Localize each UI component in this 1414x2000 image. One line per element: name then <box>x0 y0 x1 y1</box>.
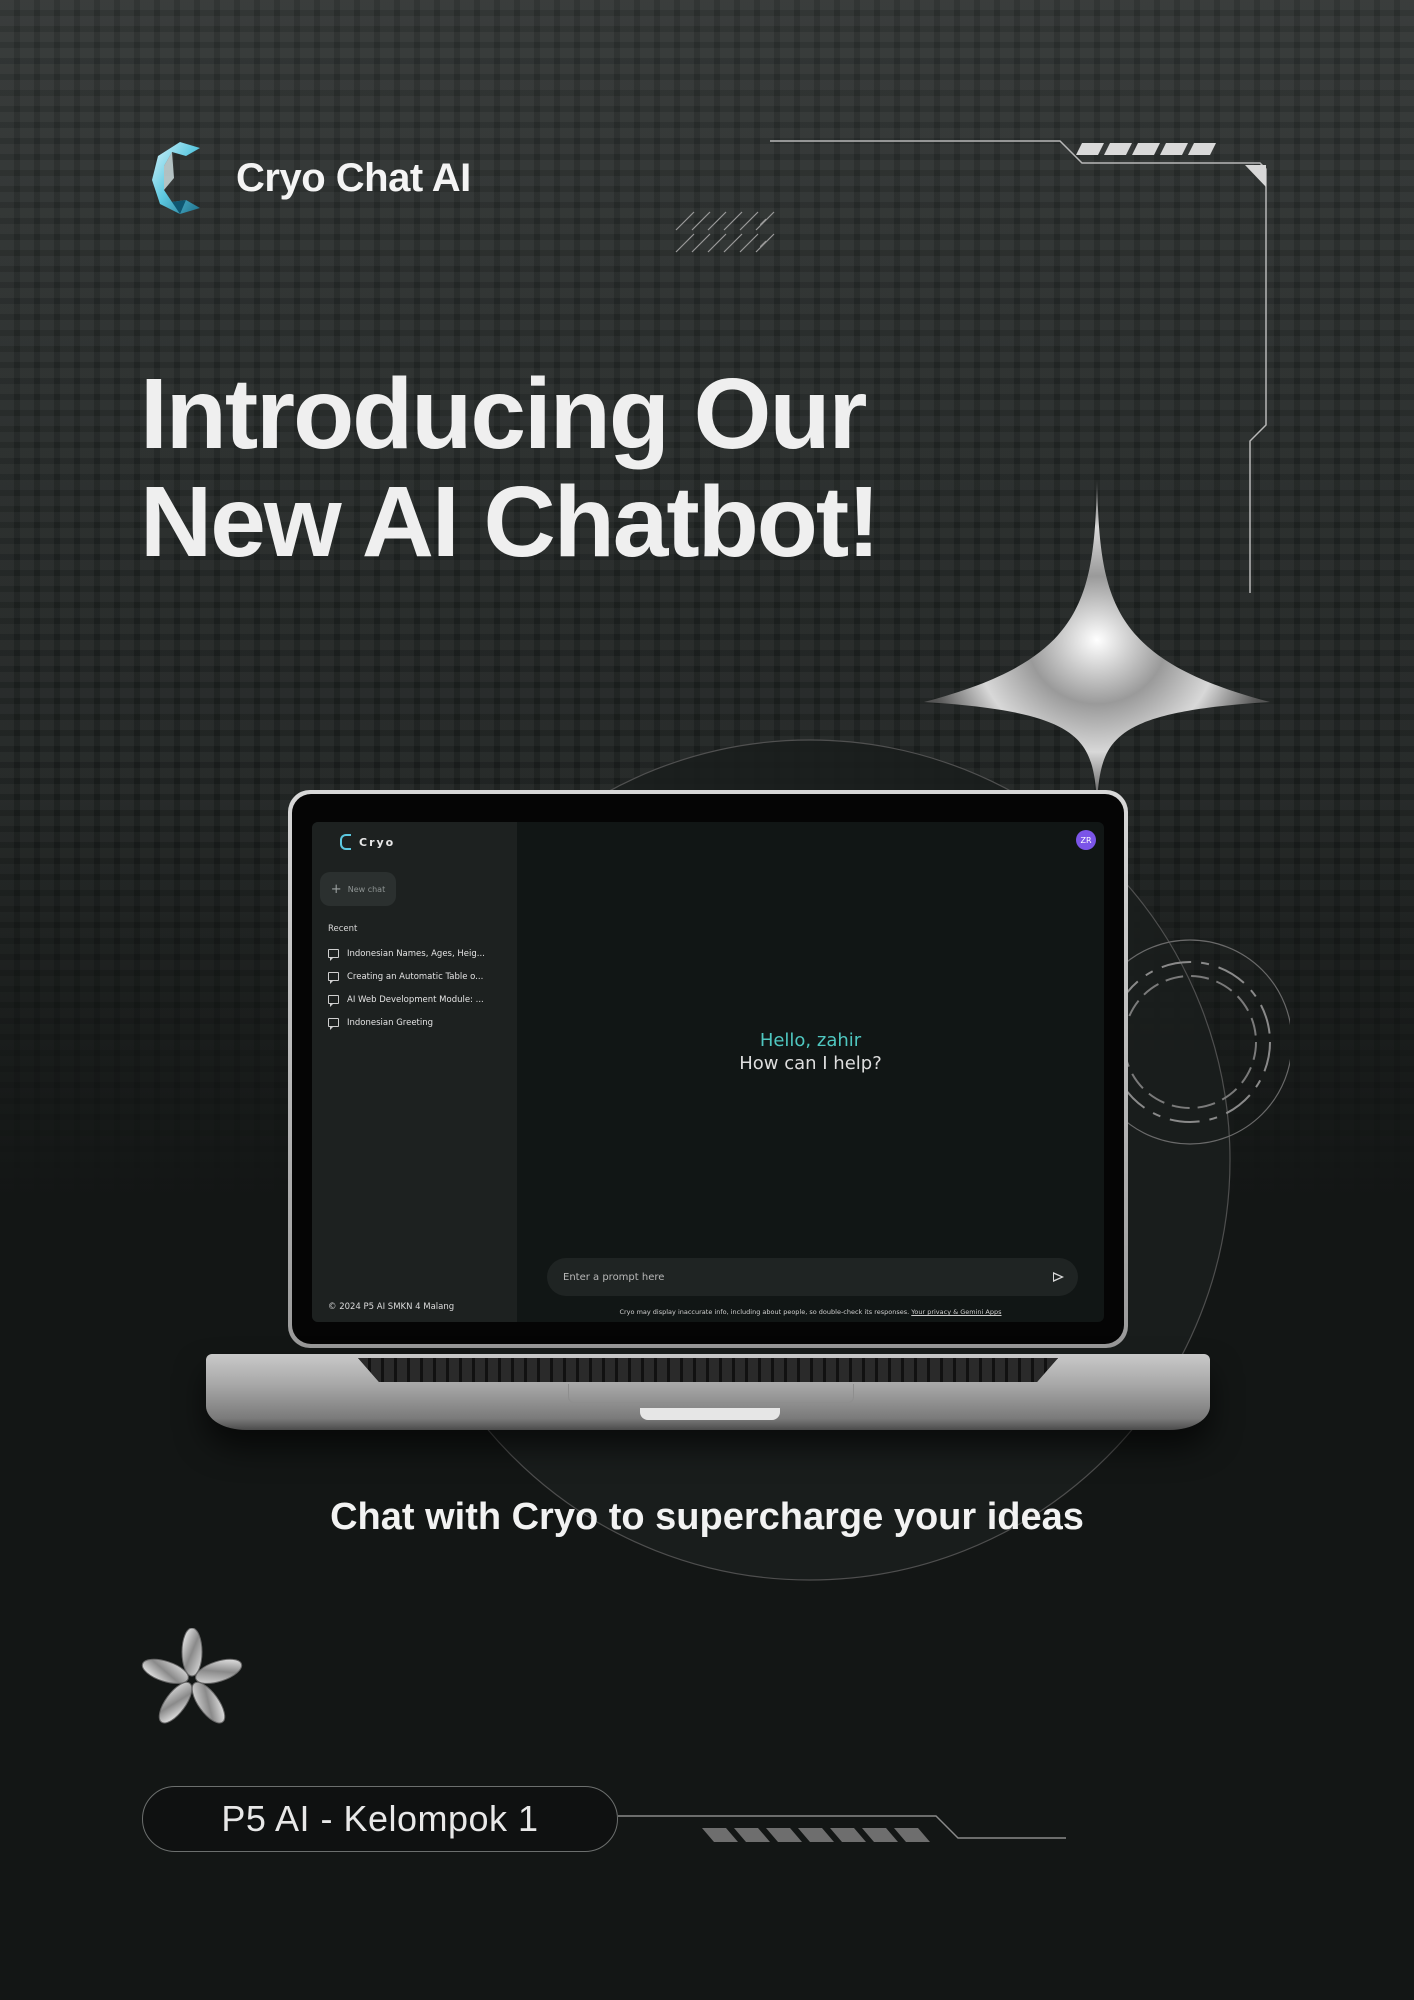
new-chat-label: New chat <box>347 884 386 894</box>
brand-name: Cryo Chat AI <box>236 155 471 200</box>
group-label-pill: P5 AI - Kelompok 1 <box>142 1786 618 1852</box>
recent-chat-title: Creating an Automatic Table o... <box>347 971 484 982</box>
chat-sidebar: Cryo + New chat Recent Indonesian Names,… <box>312 822 517 1322</box>
recent-chat-title: Indonesian Names, Ages, Heig... <box>347 948 485 959</box>
privacy-link[interactable]: Your privacy & Gemini Apps <box>911 1308 1001 1316</box>
chat-bubble-icon <box>328 949 339 961</box>
chat-app-window: Cryo + New chat Recent Indonesian Names,… <box>312 822 1104 1322</box>
brand-header: Cryo Chat AI <box>150 140 471 216</box>
app-logo-text: Cryo <box>359 835 396 849</box>
hatch-lines-decoration <box>675 211 775 253</box>
new-chat-button[interactable]: + New chat <box>320 872 396 906</box>
chat-main-area: ZR Hello, zahir How can I help? Cryo may… <box>517 822 1104 1322</box>
disclaimer: Cryo may display inaccurate info, includ… <box>517 1308 1104 1316</box>
laptop-touchpad <box>568 1384 854 1403</box>
chat-bubble-icon <box>328 972 339 984</box>
laptop-keyboard <box>358 1358 1058 1382</box>
laptop-notch <box>640 1408 780 1420</box>
cryo-logo-icon <box>340 834 351 850</box>
hero-line-1: Introducing Our <box>140 358 867 470</box>
hero-line-2: New AI Chatbot! <box>140 466 880 578</box>
chrome-flower-decoration <box>141 1628 243 1724</box>
cryo-c-logo-icon <box>152 142 200 214</box>
sparkle-star-decoration <box>924 480 1270 800</box>
app-logo[interactable]: Cryo <box>340 834 395 850</box>
recent-heading: Recent <box>328 924 358 934</box>
recent-chat-item[interactable]: Indonesian Greeting <box>328 1011 508 1034</box>
recent-chat-item[interactable]: Indonesian Names, Ages, Heig... <box>328 942 508 965</box>
chat-bubble-icon <box>328 1018 339 1030</box>
recent-chat-list: Indonesian Names, Ages, Heig... Creating… <box>328 942 508 1034</box>
recent-chat-item[interactable]: AI Web Development Module: ... <box>328 988 508 1011</box>
user-avatar[interactable]: ZR <box>1076 830 1096 850</box>
laptop-bezel: Cryo + New chat Recent Indonesian Names,… <box>292 794 1124 1344</box>
laptop-screen-frame: Cryo + New chat Recent Indonesian Names,… <box>288 790 1128 1348</box>
greeting-help: How can I help? <box>739 1053 882 1074</box>
tagline: Chat with Cryo to supercharge your ideas <box>330 1496 1084 1538</box>
recent-chat-item[interactable]: Creating an Automatic Table o... <box>328 965 508 988</box>
send-icon[interactable] <box>1053 1272 1064 1282</box>
recent-chat-title: AI Web Development Module: ... <box>347 994 484 1005</box>
greeting: Hello, zahir How can I help? <box>517 1030 1104 1074</box>
plus-icon: + <box>330 881 342 897</box>
chat-bubble-icon <box>328 995 339 1007</box>
footer-line-decoration <box>618 1815 1066 1842</box>
disclaimer-text: Cryo may display inaccurate info, includ… <box>619 1308 910 1316</box>
prompt-input[interactable] <box>561 1270 1053 1284</box>
greeting-hello: Hello, zahir <box>759 1030 862 1051</box>
hero-heading: Introducing Our New AI Chatbot! <box>140 358 880 578</box>
recent-chat-title: Indonesian Greeting <box>347 1017 434 1028</box>
sidebar-footer: © 2024 P5 AI SMKN 4 Malang <box>328 1302 455 1312</box>
prompt-bar <box>547 1258 1078 1296</box>
